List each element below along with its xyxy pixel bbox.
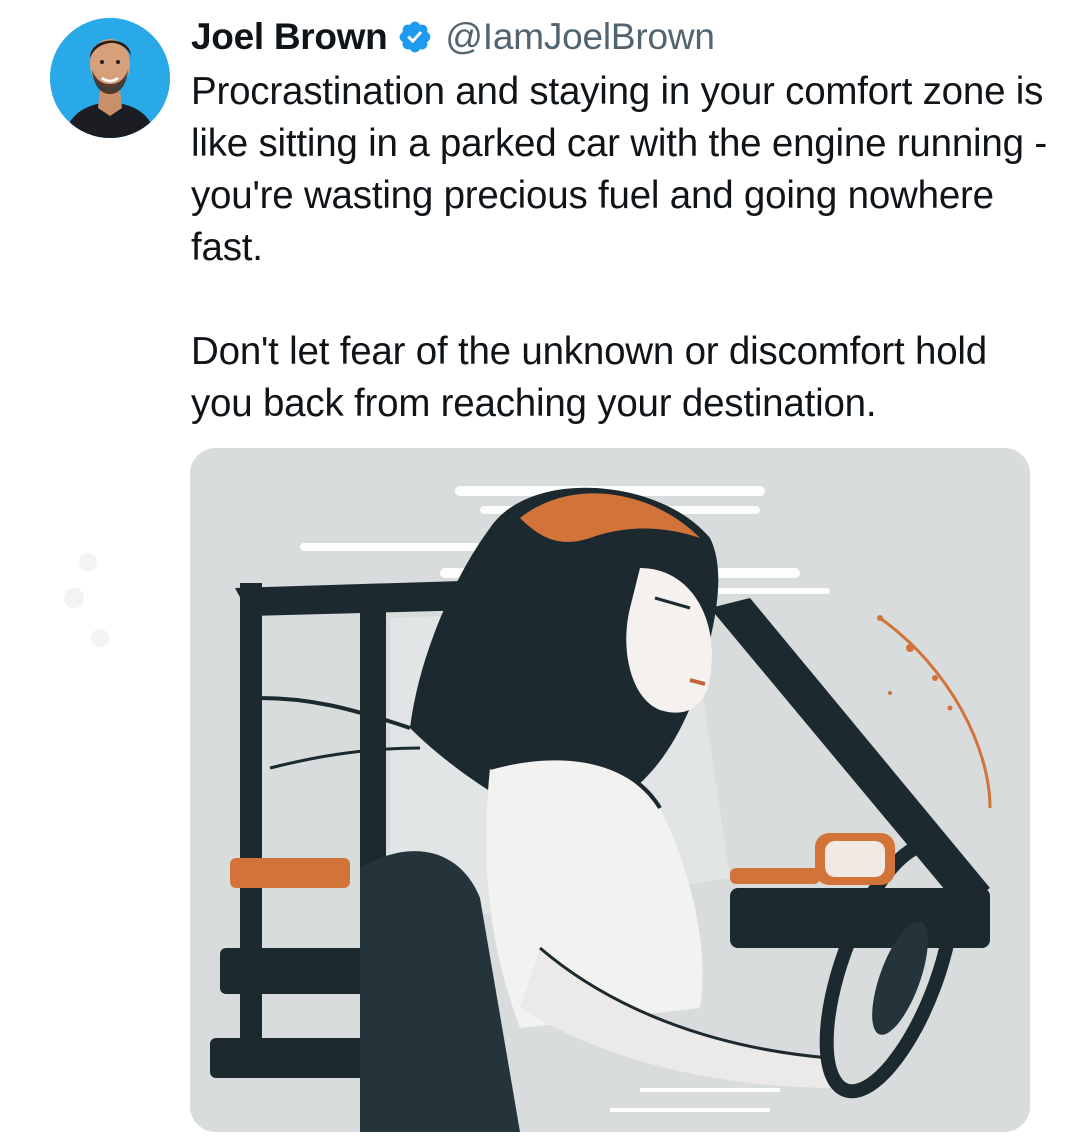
- tweet-text-paragraph: Procrastination and staying in your comf…: [191, 70, 1047, 269]
- tweet[interactable]: Joel Brown @IamJoelBrown Procrastination…: [0, 0, 1080, 1141]
- verified-badge-icon[interactable]: [397, 19, 433, 55]
- tweet-media-image[interactable]: [190, 448, 1030, 1132]
- tweet-text-paragraph: Don't let fear of the unknown or discomf…: [191, 330, 987, 425]
- author-avatar[interactable]: [50, 18, 170, 138]
- author-handle[interactable]: @IamJoelBrown: [445, 16, 715, 58]
- car-woman-illustration: [190, 448, 1030, 1132]
- tweet-header: Joel Brown @IamJoelBrown: [191, 14, 715, 60]
- faded-dots-decoration: [64, 553, 109, 647]
- author-display-name[interactable]: Joel Brown: [191, 16, 388, 58]
- tweet-text: Procrastination and staying in your comf…: [191, 66, 1051, 430]
